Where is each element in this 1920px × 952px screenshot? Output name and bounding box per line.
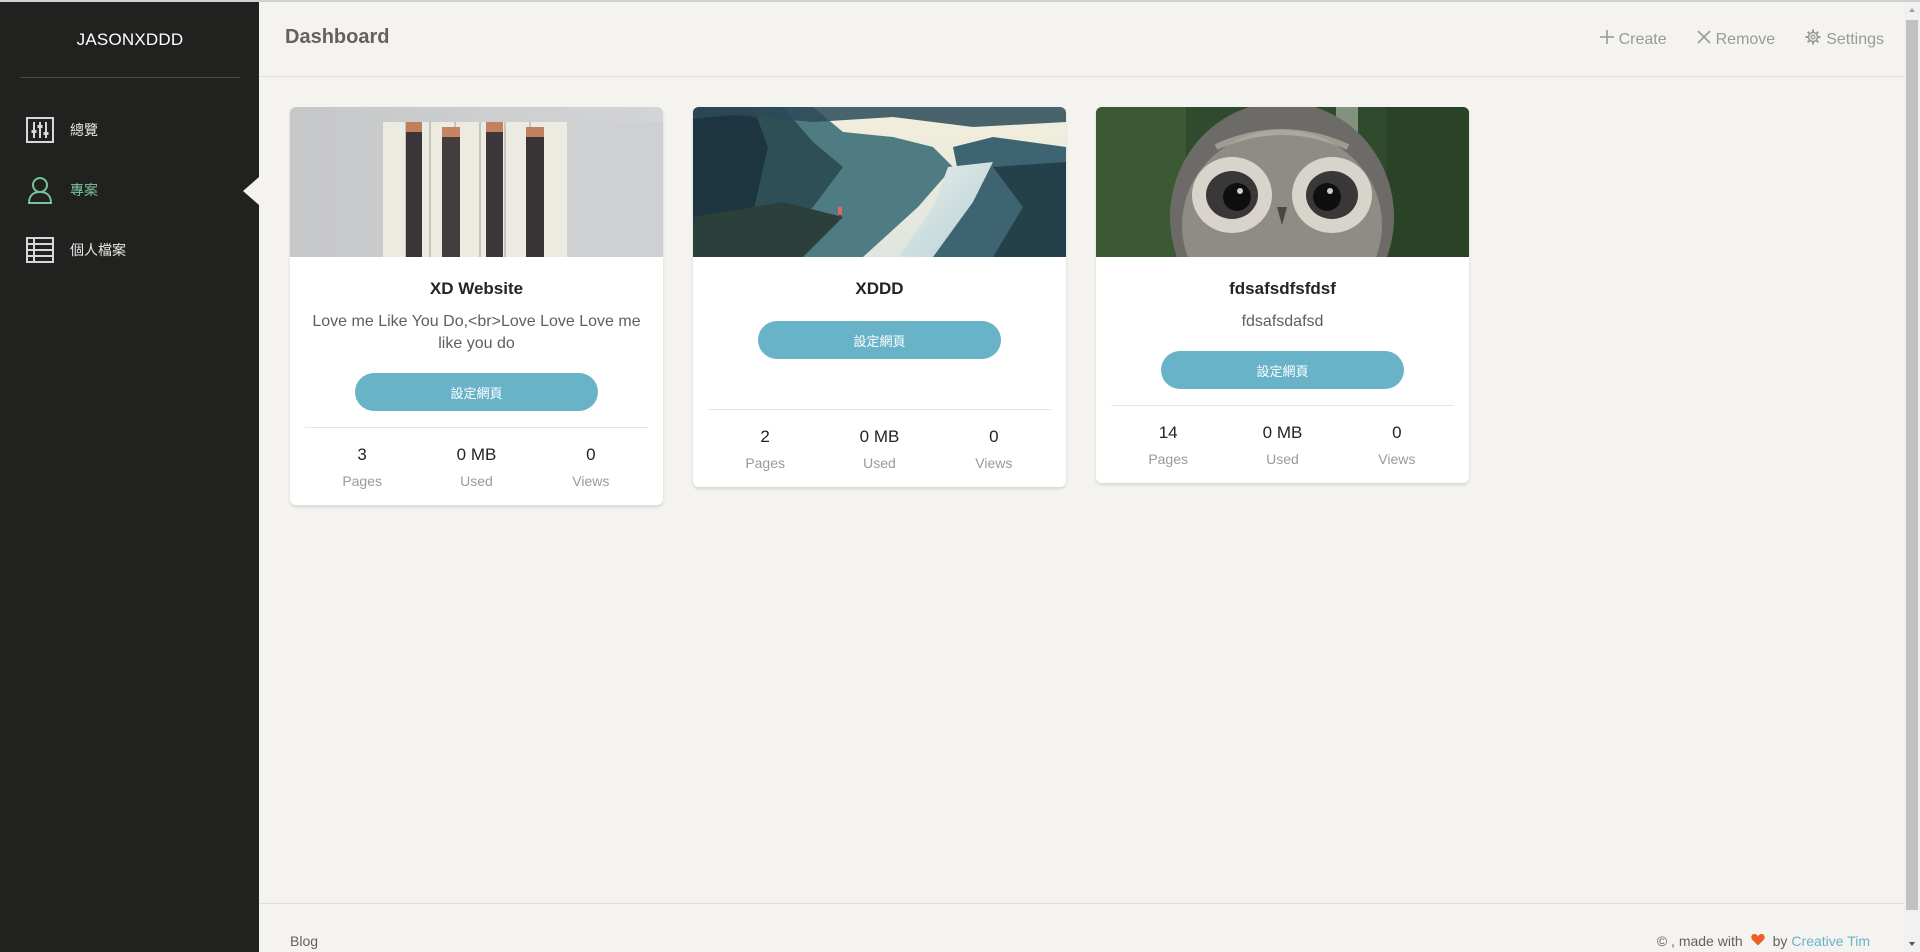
remove-label: Remove <box>1715 30 1776 48</box>
configure-page-button[interactable]: 設定網頁 <box>758 321 1001 359</box>
sidebar-item-label: 個人檔案 <box>70 242 126 258</box>
project-card: XDDD 設定網頁 2 Pages 0 MB Used 0 Views <box>693 107 1066 487</box>
stat-label: Used <box>863 455 896 471</box>
footer: Blog © , made with by Creative Tim <box>259 903 1904 952</box>
by-text: by <box>1772 933 1788 949</box>
blog-link[interactable]: Blog <box>290 933 318 949</box>
sidebar: JASONXDDD 總覽 專案 個人檔案 <box>0 2 259 952</box>
stat-used: 0 MB Used <box>1225 423 1339 467</box>
project-image-owl <box>1096 107 1469 257</box>
stat-label: Pages <box>745 455 786 471</box>
card-stats: 2 Pages 0 MB Used 0 Views <box>708 409 1051 487</box>
project-card: fdsafsdfsfdsf fdsafsdafsd 設定網頁 14 Pages … <box>1096 107 1469 483</box>
card-description: Love me Like You Do,<br>Love Love Love m… <box>312 313 641 352</box>
list-icon <box>26 236 54 264</box>
stat-label: Views <box>1378 451 1416 467</box>
card-stats: 3 Pages 0 MB Used 0 Views <box>305 427 648 505</box>
copyright-text: © , made with <box>1656 933 1743 949</box>
active-indicator <box>243 177 259 205</box>
settings-label: Settings <box>1826 30 1884 48</box>
heart-icon <box>1750 933 1765 949</box>
stat-value: 0 MB <box>1262 423 1303 442</box>
sidebar-item-label: 專案 <box>70 182 98 198</box>
stat-views: 0 Views <box>1340 423 1454 467</box>
sidebar-item-label: 總覽 <box>70 122 98 138</box>
stat-pages: 14 Pages <box>1111 423 1225 467</box>
stat-value: 2 <box>760 427 770 446</box>
remove-button[interactable]: Remove <box>1697 29 1776 50</box>
card-body: fdsafsdfsfdsf fdsafsdafsd 設定網頁 <box>1096 279 1469 389</box>
sidebar-item-overview[interactable]: 總覽 <box>0 100 259 160</box>
stat-value: 0 MB <box>456 445 497 464</box>
card-description: fdsafsdafsd <box>1241 313 1324 330</box>
project-cards: XD Website Love me Like You Do,<br>Love … <box>290 107 1469 505</box>
configure-page-button[interactable]: 設定網頁 <box>1161 351 1404 389</box>
sidebar-item-profile[interactable]: 個人檔案 <box>0 220 259 280</box>
configure-page-button[interactable]: 設定網頁 <box>355 373 598 411</box>
gear-icon <box>1805 29 1821 50</box>
card-title: fdsafsdfsfdsf <box>1229 279 1336 298</box>
project-image-fjord <box>693 107 1066 257</box>
stat-label: Pages <box>1148 451 1189 467</box>
project-card: XD Website Love me Like You Do,<br>Love … <box>290 107 663 505</box>
stat-label: Views <box>572 473 610 489</box>
card-body: XDDD 設定網頁 <box>693 279 1066 393</box>
card-title: XD Website <box>429 279 524 298</box>
create-label: Create <box>1618 30 1667 48</box>
scroll-down-arrow-icon[interactable] <box>1904 936 1920 952</box>
footer-credits: © , made with by Creative Tim <box>1657 933 1870 949</box>
card-title: XDDD <box>855 279 904 298</box>
stat-label: Used <box>1266 451 1299 467</box>
top-navbar: Dashboard Create Remove Settings <box>259 2 1904 77</box>
stat-label: Used <box>460 473 493 489</box>
stat-pages: 2 Pages <box>708 427 822 471</box>
card-stats: 14 Pages 0 MB Used 0 Views <box>1111 405 1454 483</box>
stat-value: 0 <box>1392 423 1402 442</box>
stat-label: Pages <box>342 473 383 489</box>
author-link[interactable]: Creative Tim <box>1791 933 1870 949</box>
stat-pages: 3 Pages <box>305 445 419 489</box>
card-body: XD Website Love me Like You Do,<br>Love … <box>290 279 663 411</box>
stat-value: 0 <box>989 427 999 446</box>
stat-value: 14 <box>1158 423 1178 442</box>
create-button[interactable]: Create <box>1599 29 1667 50</box>
project-image-piano <box>290 107 663 257</box>
top-actions: Create Remove Settings <box>1599 29 1884 50</box>
close-icon <box>1697 30 1711 49</box>
scrollbar[interactable] <box>1904 2 1920 952</box>
stat-views: 0 Views <box>534 445 648 489</box>
sidebar-item-projects[interactable]: 專案 <box>0 160 259 220</box>
stat-used: 0 MB Used <box>419 445 533 489</box>
scroll-up-arrow-icon[interactable] <box>1904 2 1920 18</box>
stat-value: 3 <box>357 445 367 464</box>
sliders-icon <box>26 116 54 144</box>
scroll-thumb[interactable] <box>1906 20 1918 910</box>
page-title: Dashboard <box>285 26 390 48</box>
plus-icon <box>1599 30 1614 49</box>
stat-value: 0 MB <box>859 427 900 446</box>
stat-value: 0 <box>586 445 596 464</box>
settings-button[interactable]: Settings <box>1805 29 1884 50</box>
sidebar-nav: 總覽 專案 個人檔案 <box>0 100 259 280</box>
stat-used: 0 MB Used <box>822 427 936 471</box>
user-icon <box>26 176 54 204</box>
stat-views: 0 Views <box>937 427 1051 471</box>
stat-label: Views <box>975 455 1013 471</box>
brand-logo[interactable]: JASONXDDD <box>20 22 240 78</box>
